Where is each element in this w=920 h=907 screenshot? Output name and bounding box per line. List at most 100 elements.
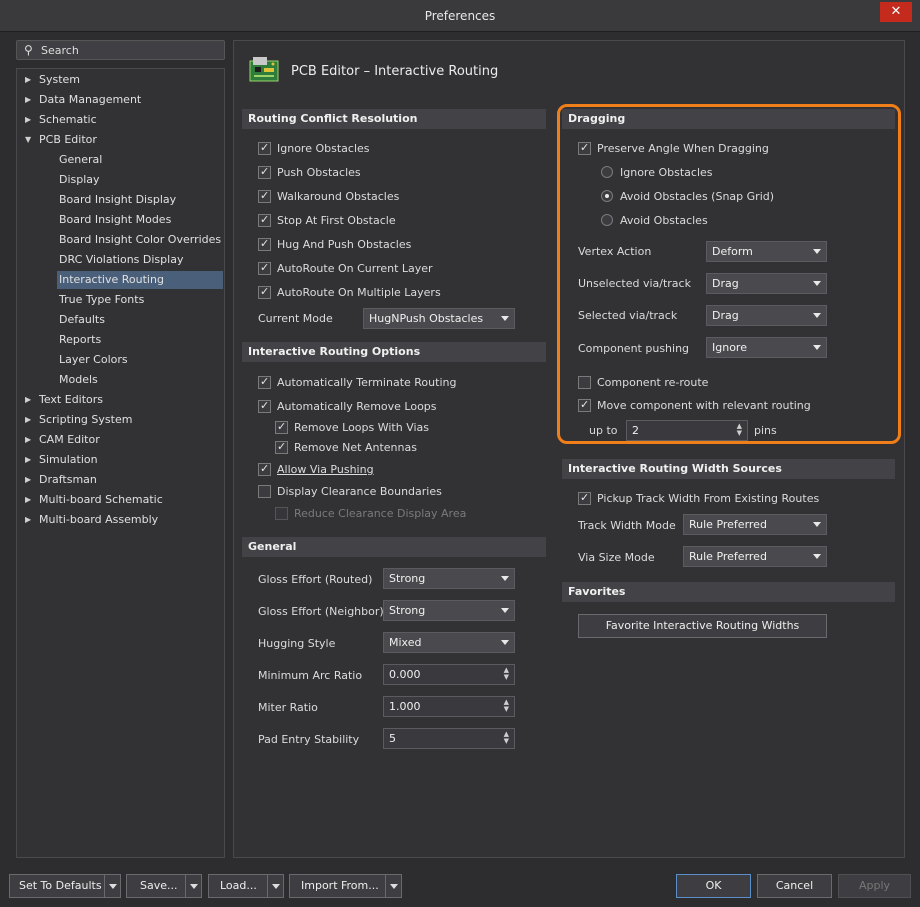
checkbox[interactable] xyxy=(258,236,271,252)
chevron-down-icon[interactable] xyxy=(267,875,283,897)
tree-item[interactable]: ▶ Draftsman xyxy=(17,471,224,489)
tree-item[interactable]: ▶ Schematic xyxy=(17,111,224,129)
spinner-arrows-icon[interactable]: ▲ ▼ xyxy=(504,667,509,681)
tree-item[interactable]: ▶ Multi-board Assembly xyxy=(17,511,224,529)
via-size-mode-dropdown[interactable]: Rule Preferred xyxy=(683,546,827,567)
tree-item[interactable]: ▶ Simulation xyxy=(17,451,224,469)
conflict-option-label: Hug And Push Obstacles xyxy=(277,238,412,251)
checkbox[interactable] xyxy=(258,260,271,276)
current-mode-dropdown[interactable]: HugNPush Obstacles xyxy=(363,308,515,329)
checkbox[interactable] xyxy=(258,212,271,228)
tree-item[interactable]: Interactive Routing xyxy=(57,271,223,289)
tree-item[interactable]: ▶ Data Management xyxy=(17,91,224,109)
chevron-down-icon[interactable] xyxy=(385,875,401,897)
chevron-down-icon[interactable] xyxy=(104,875,120,897)
expand-arrow-icon[interactable]: ▶ xyxy=(25,451,33,469)
load-label: Load... xyxy=(220,879,257,892)
tree-item[interactable]: True Type Fonts xyxy=(57,291,223,309)
tree-item-label: Models xyxy=(59,373,98,386)
save-button[interactable]: Save... xyxy=(126,874,202,898)
spinner-arrows-icon[interactable]: ▲ ▼ xyxy=(504,731,509,745)
tree-item[interactable]: DRC Violations Display xyxy=(57,251,223,269)
tree-item[interactable]: ▶ System xyxy=(17,71,224,89)
min-arc-ratio-value: 0.000 xyxy=(389,668,421,681)
checkbox xyxy=(275,507,288,520)
apply-button[interactable]: Apply xyxy=(838,874,911,898)
min-arc-ratio-spinner[interactable]: 0.000 ▲ ▼ xyxy=(383,664,515,685)
search-input[interactable]: ⚲ Search xyxy=(16,40,225,60)
track-width-mode-label: Track Width Mode xyxy=(578,519,676,532)
set-defaults-button[interactable]: Set To Defaults xyxy=(9,874,121,898)
tree-item[interactable]: Board Insight Modes xyxy=(57,211,223,229)
checkbox[interactable] xyxy=(578,490,591,506)
section-favorites: Favorites xyxy=(562,582,895,602)
tree-item-label: Data Management xyxy=(39,93,142,106)
ok-button[interactable]: OK xyxy=(676,874,751,898)
checkbox[interactable] xyxy=(258,164,271,180)
expand-arrow-icon[interactable]: ▶ xyxy=(25,431,33,449)
checkbox[interactable] xyxy=(275,419,288,435)
load-button[interactable]: Load... xyxy=(208,874,284,898)
tree-item[interactable]: ▶ Multi-board Schematic xyxy=(17,491,224,509)
checkbox[interactable] xyxy=(258,188,271,204)
via-size-mode-value: Rule Preferred xyxy=(689,550,767,563)
chevron-down-icon xyxy=(813,554,821,559)
miter-ratio-value: 1.000 xyxy=(389,700,421,713)
preferences-tree[interactable]: ▶ System ▶ Data Management ▶ Schematic ▼ PCB Ed… xyxy=(16,68,225,858)
tree-item-label: True Type Fonts xyxy=(59,293,145,306)
favorite-widths-button[interactable]: Favorite Interactive Routing Widths xyxy=(578,614,827,638)
checkbox[interactable] xyxy=(275,439,288,455)
tree-item[interactable]: Display xyxy=(57,171,223,189)
expand-arrow-icon[interactable]: ▶ xyxy=(25,391,33,409)
tree-item-label: General xyxy=(59,153,103,166)
tree-item-label: DRC Violations Display xyxy=(59,253,184,266)
tree-item[interactable]: ▶ CAM Editor xyxy=(17,431,224,449)
expand-arrow-icon[interactable]: ▶ xyxy=(25,71,33,89)
checkbox[interactable] xyxy=(258,374,271,390)
checkbox[interactable] xyxy=(258,398,271,414)
checkbox[interactable] xyxy=(258,284,271,300)
expand-arrow-icon[interactable]: ▶ xyxy=(25,491,33,509)
checkbox[interactable] xyxy=(258,485,271,498)
tree-item[interactable]: ▶ Text Editors xyxy=(17,391,224,409)
spinner-arrows-icon[interactable]: ▲ ▼ xyxy=(504,699,509,713)
miter-ratio-spinner[interactable]: 1.000 ▲ ▼ xyxy=(383,696,515,717)
via-size-mode-label: Via Size Mode xyxy=(578,551,655,564)
close-button[interactable]: ✕ xyxy=(880,2,912,22)
tree-item[interactable]: Defaults xyxy=(57,311,223,329)
section-general: General xyxy=(242,537,546,557)
track-width-mode-dropdown[interactable]: Rule Preferred xyxy=(683,514,827,535)
expand-arrow-icon[interactable]: ▶ xyxy=(25,511,33,529)
tree-item[interactable]: Layer Colors xyxy=(57,351,223,369)
tree-item[interactable]: General xyxy=(57,151,223,169)
checkbox[interactable] xyxy=(258,140,271,156)
title-bar: Preferences ✕ xyxy=(0,0,920,32)
import-from-button[interactable]: Import From... xyxy=(289,874,402,898)
section-routing-conflict: Routing Conflict Resolution xyxy=(242,109,546,129)
cancel-button[interactable]: Cancel xyxy=(757,874,832,898)
chevron-down-icon xyxy=(501,576,509,581)
hugging-style-dropdown[interactable]: Mixed xyxy=(383,632,515,653)
tree-item[interactable]: Reports xyxy=(57,331,223,349)
tree-item[interactable]: ▼ PCB Editor xyxy=(17,131,224,149)
search-placeholder: Search xyxy=(41,44,79,57)
tree-item[interactable]: Board Insight Color Overrides xyxy=(57,231,223,249)
tree-item[interactable]: Board Insight Display xyxy=(57,191,223,209)
expand-arrow-icon[interactable]: ▶ xyxy=(25,411,33,429)
conflict-option-label: AutoRoute On Multiple Layers xyxy=(277,286,441,299)
chevron-down-icon[interactable] xyxy=(185,875,201,897)
pad-entry-value: 5 xyxy=(389,732,396,745)
pad-entry-spinner[interactable]: 5 ▲ ▼ xyxy=(383,728,515,749)
gloss-neighbor-dropdown[interactable]: Strong xyxy=(383,600,515,621)
expanded-arrow-icon[interactable]: ▼ xyxy=(25,131,33,149)
tree-item[interactable]: ▶ Scripting System xyxy=(17,411,224,429)
pickup-width-label: Pickup Track Width From Existing Routes xyxy=(597,492,820,505)
gloss-routed-dropdown[interactable]: Strong xyxy=(383,568,515,589)
tree-item[interactable]: Models xyxy=(57,371,223,389)
expand-arrow-icon[interactable]: ▶ xyxy=(25,471,33,489)
tree-item-label: Multi-board Assembly xyxy=(39,513,159,526)
expand-arrow-icon[interactable]: ▶ xyxy=(25,91,33,109)
expand-arrow-icon[interactable]: ▶ xyxy=(25,111,33,129)
checkbox[interactable] xyxy=(258,461,271,477)
track-width-mode-value: Rule Preferred xyxy=(689,518,767,531)
